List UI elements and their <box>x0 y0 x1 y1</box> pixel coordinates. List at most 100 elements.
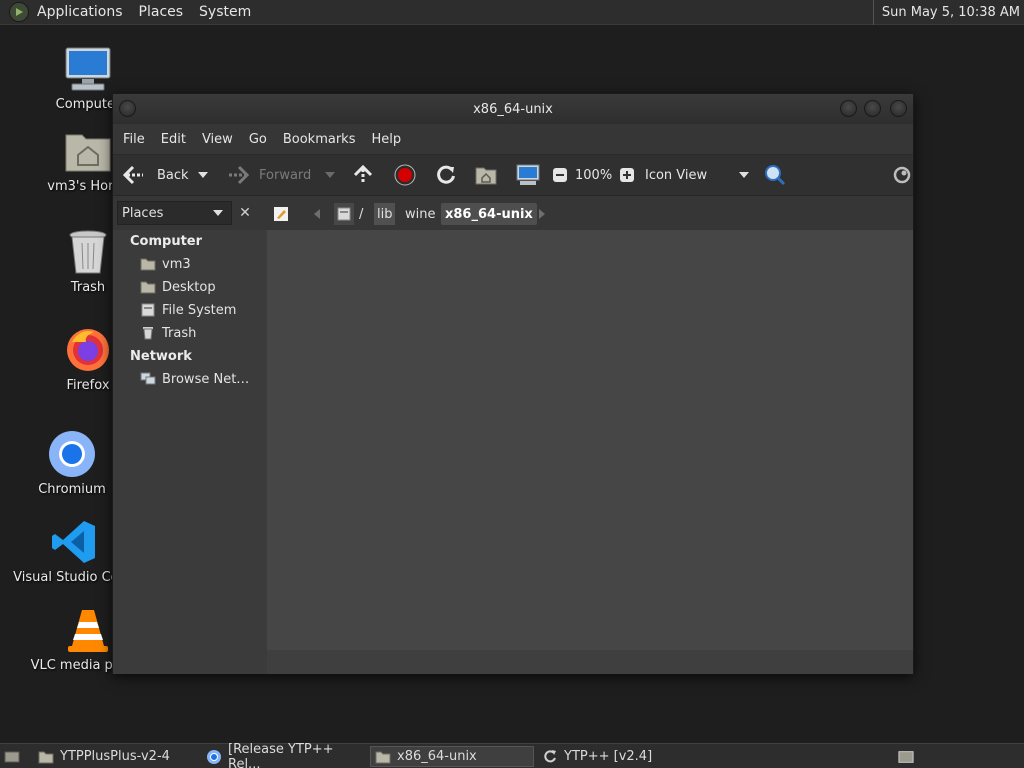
applications-menu[interactable]: Applications <box>29 4 131 20</box>
desktop-icon <box>140 279 156 295</box>
minimize-button[interactable] <box>840 100 857 117</box>
menu-help[interactable]: Help <box>363 132 409 147</box>
places-menu[interactable]: Places <box>131 4 192 20</box>
computer-button[interactable] <box>516 160 540 190</box>
up-arrow-icon <box>353 165 373 184</box>
sidebar-item-trash[interactable]: Trash <box>140 323 196 343</box>
back-button[interactable]: Back <box>123 160 189 190</box>
window-titlebar[interactable]: x86_64-unix <box>113 94 913 124</box>
view-mode-select[interactable]: Icon View <box>645 160 750 190</box>
task-ytp-v24[interactable]: YTP++ [v2.4] <box>538 746 702 767</box>
chevron-down-icon <box>325 172 335 178</box>
zoom-in-icon <box>620 168 634 182</box>
desktop-icon-label: Trash <box>70 280 106 295</box>
crumb-current[interactable]: x86_64-unix <box>441 203 537 225</box>
close-button[interactable] <box>890 100 907 117</box>
trash-icon <box>140 325 156 341</box>
trash-icon <box>64 228 112 276</box>
reload-button[interactable] <box>435 160 457 190</box>
sidebar-item-vm3[interactable]: vm3 <box>140 254 191 274</box>
up-button[interactable] <box>353 160 373 190</box>
window-menu-button[interactable] <box>119 100 136 117</box>
crumb-wine[interactable]: wine <box>405 203 435 225</box>
crumb-lib[interactable]: lib <box>374 203 396 225</box>
task-ytpplusplus-folder[interactable]: YTPPlusPlus-v2-4 <box>34 746 198 767</box>
workspace-icon <box>898 749 914 765</box>
close-icon: ✕ <box>239 205 251 221</box>
back-arrow-icon <box>123 165 145 185</box>
back-history-dropdown[interactable] <box>197 160 209 190</box>
show-desktop-icon <box>4 749 20 765</box>
forward-history-dropdown[interactable] <box>324 160 336 190</box>
bottom-taskbar: YTPPlusPlus-v2-4 [Release YTP++ Rel... x… <box>0 742 1024 768</box>
search-button[interactable] <box>764 160 786 190</box>
menu-bookmarks[interactable]: Bookmarks <box>275 132 364 147</box>
sidebar-item-file-system[interactable]: File System <box>140 300 236 320</box>
chromium-icon <box>48 430 96 478</box>
zoom-out-icon <box>553 168 567 182</box>
file-manager-window: x86_64-unix File Edit View Go Bookmarks … <box>112 93 914 674</box>
stop-button[interactable] <box>394 160 416 190</box>
sidebar-item-browse-network[interactable]: Browse Net… <box>140 369 249 389</box>
task-x86-64-unix[interactable]: x86_64-unix <box>370 746 534 767</box>
folder-icon <box>38 749 54 765</box>
chevron-down-icon <box>213 210 223 216</box>
menu-go[interactable]: Go <box>241 132 275 147</box>
sidebar-heading-network: Network <box>130 349 192 364</box>
workspace-switcher[interactable] <box>895 746 921 767</box>
forward-label: Forward <box>259 167 312 183</box>
chevron-down-icon <box>739 172 749 178</box>
filesystem-icon <box>337 207 351 221</box>
desktop-icon-label: Firefox <box>66 378 110 393</box>
home-folder-icon <box>64 127 112 175</box>
show-desktop-button[interactable] <box>2 746 24 767</box>
crumb-root[interactable]: / <box>359 203 363 225</box>
reload-icon <box>437 165 455 184</box>
menu-view[interactable]: View <box>194 132 241 147</box>
close-sidebar-button[interactable]: ✕ <box>234 201 256 225</box>
chevron-right-icon <box>539 209 545 219</box>
computer-icon <box>64 45 112 93</box>
edit-location-button[interactable] <box>273 203 289 225</box>
firefox-icon <box>64 326 112 374</box>
back-label: Back <box>157 167 189 183</box>
applications-logo-icon[interactable] <box>9 2 29 22</box>
sidebar-item-desktop[interactable]: Desktop <box>140 277 216 297</box>
stop-icon <box>394 164 416 186</box>
home-icon <box>140 256 156 272</box>
maximize-button[interactable] <box>864 100 881 117</box>
home-button[interactable] <box>475 160 497 190</box>
zoom-in-button[interactable] <box>619 160 635 190</box>
desktop-icon-label: Chromium <box>38 482 106 497</box>
chevron-left-icon <box>314 209 320 219</box>
crumb-scroll-right[interactable] <box>539 203 545 225</box>
zoom-level[interactable]: 100% <box>575 160 612 190</box>
crumb-scroll-left[interactable] <box>314 203 320 225</box>
throbber <box>893 160 911 190</box>
crumb-root-icon-button[interactable] <box>334 203 354 225</box>
window-title: x86_64-unix <box>473 101 553 117</box>
sidebar-pane-select[interactable]: Places <box>117 201 232 225</box>
home-folder-icon <box>475 167 497 185</box>
file-view-area[interactable] <box>267 230 913 650</box>
zoom-out-button[interactable] <box>552 160 568 190</box>
computer-icon <box>516 164 540 185</box>
status-bar <box>267 650 913 674</box>
chromium-icon <box>206 749 222 765</box>
menu-edit[interactable]: Edit <box>153 132 194 147</box>
refresh-icon <box>542 749 558 765</box>
activity-spinner-icon <box>893 166 911 184</box>
forward-button[interactable]: Forward <box>227 160 311 190</box>
clock[interactable]: Sun May 5, 10:38 AM <box>872 0 1020 25</box>
search-icon <box>765 165 786 186</box>
menu-file[interactable]: File <box>115 132 153 147</box>
chevron-down-icon <box>198 172 208 178</box>
task-chromium-release[interactable]: [Release YTP++ Rel... <box>202 742 366 768</box>
vlc-icon <box>64 606 112 654</box>
view-mode-label: Icon View <box>645 167 708 183</box>
system-menu[interactable]: System <box>191 4 259 20</box>
location-bar: Places ✕ / lib wine x86_64-unix <box>113 196 913 230</box>
toolbar: Back Forward 100% Icon View <box>113 154 913 196</box>
sidebar-pane-label: Places <box>122 205 164 221</box>
filesystem-icon <box>140 302 156 318</box>
